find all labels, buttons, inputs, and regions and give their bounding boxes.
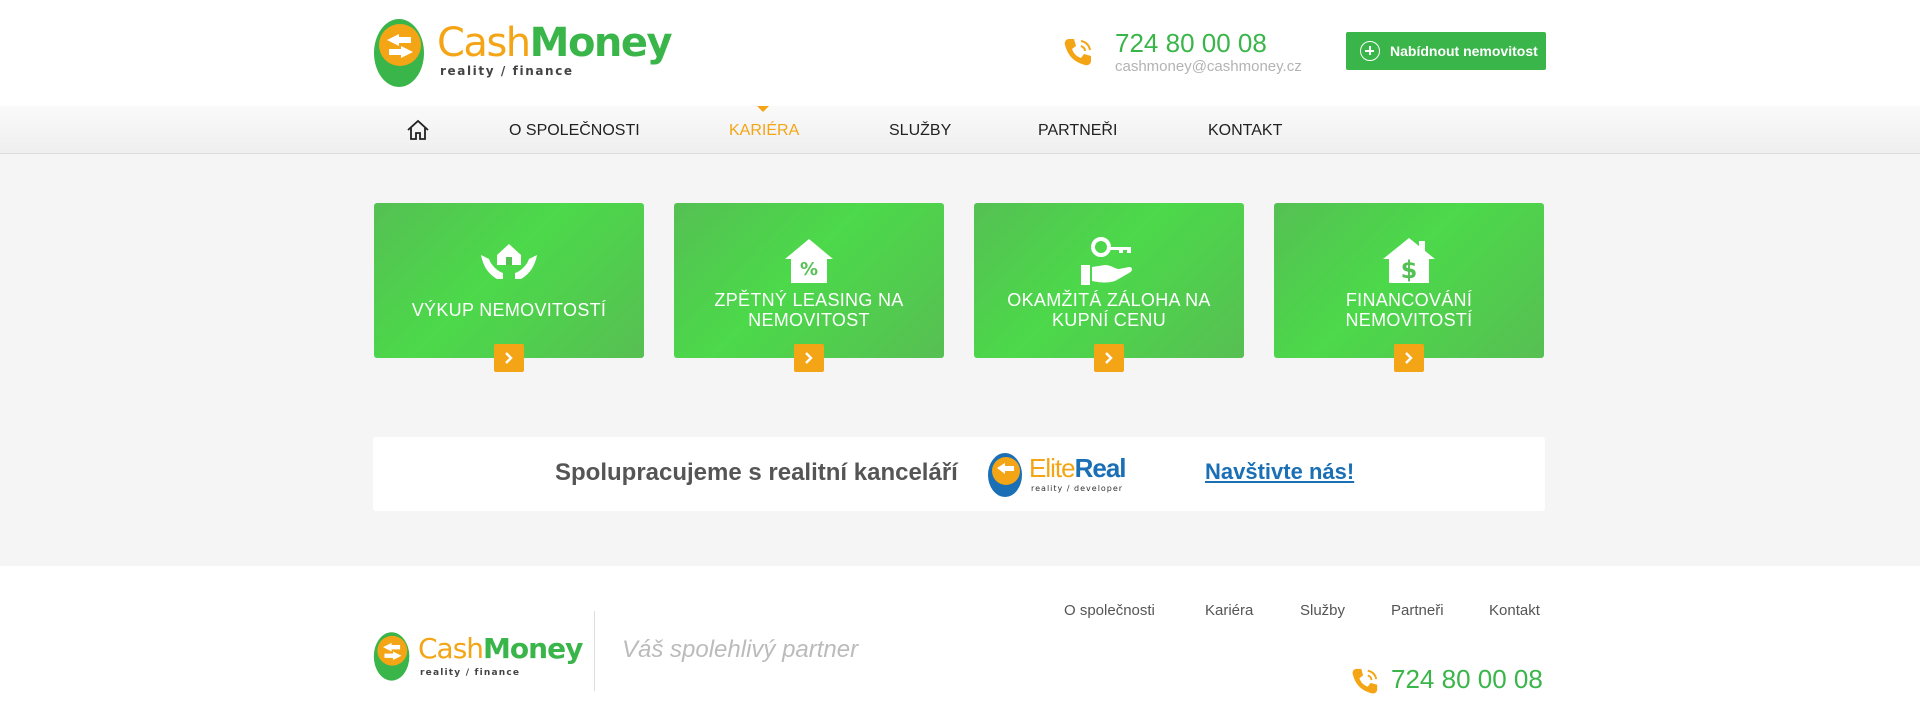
home-icon[interactable] <box>406 119 430 141</box>
footer-logo-wordmark: CashMoney <box>418 632 583 665</box>
service-card-arrow-button[interactable] <box>794 344 824 372</box>
header-email[interactable]: cashmoney@cashmoney.cz <box>1115 58 1302 75</box>
nav-item-o-spolecnosti[interactable]: O SPOLEČNOSTI <box>509 106 640 154</box>
nav-item-kontakt[interactable]: KONTAKT <box>1208 106 1282 154</box>
service-card-title: VÝKUP NEMOVITOSTÍ <box>411 300 607 320</box>
service-card-financovani[interactable]: $ FINANCOVÁNÍ NEMOVITOSTÍ <box>1274 203 1544 372</box>
phone-icon <box>1352 668 1378 694</box>
nav-item-kariera[interactable]: KARIÉRA <box>729 106 799 154</box>
header-contact: 724 80 00 08 cashmoney@cashmoney.cz <box>1062 28 1302 78</box>
service-card-arrow-button[interactable] <box>1094 344 1124 372</box>
plus-circle-icon <box>1360 41 1380 61</box>
partner-banner: Spolupracujeme s realitní kanceláří Elit… <box>373 437 1545 511</box>
footer-link-o-spolecnosti[interactable]: O společnosti <box>1064 602 1155 619</box>
footer-link-kariera[interactable]: Kariéra <box>1205 602 1253 619</box>
site-footer: CashMoney reality / finance Váš spolehli… <box>0 566 1920 727</box>
offer-property-button[interactable]: Nabídnout nemovitost <box>1346 32 1546 70</box>
service-card-zpetny-leasing[interactable]: % ZPĚTNÝ LEASING NA NEMOVITOST <box>674 203 944 372</box>
service-card-okamzita-zaloha[interactable]: OKAMŽITÁ ZÁLOHA NA KUPNÍ CENU <box>974 203 1244 372</box>
header-phone-number[interactable]: 724 80 00 08 <box>1115 28 1267 59</box>
service-card-title: FINANCOVÁNÍ NEMOVITOSTÍ <box>1345 290 1473 330</box>
partner-text: Spolupracujeme s realitní kanceláří <box>555 459 958 486</box>
footer-link-partneri[interactable]: Partneři <box>1391 602 1444 619</box>
house-in-hands-icon <box>481 244 537 279</box>
chevron-right-icon <box>505 352 513 364</box>
cashmoney-logo-icon <box>374 19 424 87</box>
nav-item-partneri[interactable]: PARTNEŘI <box>1038 106 1117 154</box>
chevron-right-icon <box>1105 352 1113 364</box>
main-nav: O SPOLEČNOSTI KARIÉRA SLUŽBY PARTNEŘI KO… <box>0 106 1920 154</box>
elitereal-wordmark: EliteReal <box>1029 453 1126 483</box>
footer-link-kontakt[interactable]: Kontakt <box>1489 602 1540 619</box>
chevron-right-icon <box>1405 352 1413 364</box>
site-header: CashMoney reality / finance 724 80 00 08… <box>0 0 1920 106</box>
key-in-hand-icon <box>1081 237 1132 285</box>
phone-icon <box>1064 39 1091 66</box>
service-card-title: OKAMŽITÁ ZÁLOHA NA KUPNÍ CENU <box>1007 290 1211 330</box>
visit-partner-link[interactable]: Navštivte nás! <box>1205 459 1354 485</box>
house-dollar-icon: $ <box>1383 238 1435 284</box>
footer-logo-subtitle: reality / finance <box>420 668 521 678</box>
nav-item-sluzby[interactable]: SLUŽBY <box>889 106 951 154</box>
chevron-right-icon <box>805 352 813 364</box>
svg-text:$: $ <box>1401 256 1418 284</box>
elitereal-logo[interactable]: EliteReal reality / developer <box>987 451 1127 499</box>
cashmoney-logo-icon <box>373 632 410 681</box>
logo-subtitle: reality / finance <box>440 64 574 78</box>
footer-tagline: Váš spolehlivý partner <box>622 636 859 663</box>
house-percent-icon: % <box>785 239 833 283</box>
service-card-title: ZPĚTNÝ LEASING NA NEMOVITOST <box>714 290 904 330</box>
service-card-vykup[interactable]: VÝKUP NEMOVITOSTÍ <box>374 203 644 372</box>
service-card-arrow-button[interactable] <box>1394 344 1424 372</box>
logo-wordmark: CashMoney <box>437 20 673 66</box>
offer-property-label: Nabídnout nemovitost <box>1390 43 1538 59</box>
footer-link-sluzby[interactable]: Služby <box>1300 602 1345 619</box>
elitereal-logo-icon <box>988 453 1022 497</box>
footer-phone-number[interactable]: 724 80 00 08 <box>1391 664 1543 695</box>
service-card-arrow-button[interactable] <box>494 344 524 372</box>
svg-text:%: % <box>800 259 818 280</box>
footer-divider <box>594 611 595 691</box>
site-logo[interactable]: CashMoney reality / finance <box>373 13 673 89</box>
elitereal-subtitle: reality / developer <box>1031 484 1124 493</box>
footer-logo[interactable]: CashMoney reality / finance <box>373 628 583 684</box>
